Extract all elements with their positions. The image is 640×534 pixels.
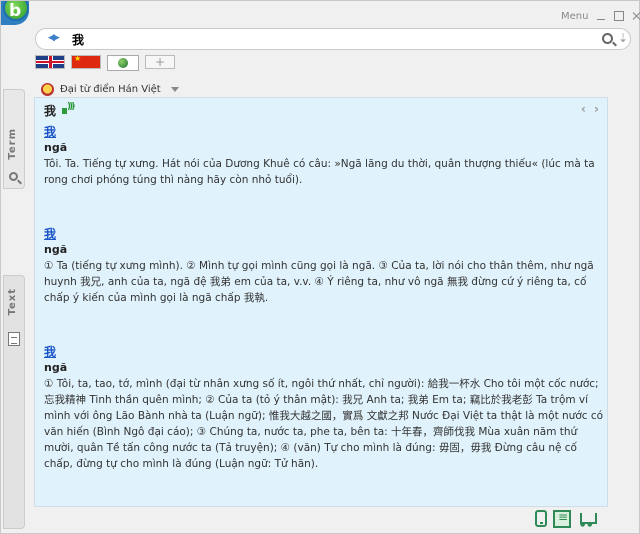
- result-header: 我: [44, 102, 76, 119]
- app-window: b Menu ◀▶ ⇣ + Term Text Đại từ điển Hán …: [0, 0, 640, 534]
- dictionary-name: Đại từ điển Hán Việt: [60, 83, 161, 95]
- entry: 我 ngã ① Ta (tiếng tự xưng mình). ② Mình …: [44, 226, 604, 306]
- window-controls: Menu: [561, 9, 640, 23]
- scrollbar[interactable]: [619, 97, 631, 507]
- app-logo-icon[interactable]: b: [1, 1, 29, 25]
- dictionary-selector[interactable]: Đại từ điển Hán Việt: [41, 81, 179, 97]
- search-input[interactable]: [72, 31, 572, 47]
- menu-button[interactable]: Menu: [561, 11, 588, 22]
- tab-chinese-flag-icon[interactable]: [71, 55, 101, 69]
- term-label: Term: [7, 128, 18, 160]
- text-label: Text: [7, 288, 18, 316]
- entry-head-link[interactable]: 我: [44, 124, 604, 140]
- book-icon[interactable]: [553, 510, 571, 528]
- result-pane: 我 ‹ › 我 ngã Tôi. Ta. Tiếng tự xưng. Hát …: [34, 97, 608, 507]
- tab-globe-icon[interactable]: [107, 55, 139, 71]
- close-icon[interactable]: [632, 11, 640, 21]
- speaker-icon[interactable]: [62, 102, 76, 117]
- entry: 我 ngã Tôi. Ta. Tiếng tự xưng. Hát nói củ…: [44, 124, 604, 188]
- search-icon[interactable]: [602, 33, 613, 44]
- entry-pronunciation: ngã: [44, 361, 68, 374]
- download-icon[interactable]: ⇣: [618, 31, 628, 45]
- add-tab-button[interactable]: +: [145, 55, 175, 69]
- side-panel: Term Text: [1, 89, 27, 529]
- dictionary-tabs: +: [35, 55, 175, 71]
- chevron-down-icon[interactable]: [170, 86, 179, 92]
- footer-icons: [532, 510, 597, 528]
- document-icon: [8, 332, 20, 346]
- cart-icon[interactable]: [577, 510, 597, 528]
- entry-pronunciation: ngã: [44, 243, 68, 256]
- entry-definition: Tôi. Ta. Tiếng tự xưng. Hát nói của Dươn…: [44, 158, 595, 186]
- search-bar: ◀▶ ⇣: [35, 28, 631, 50]
- magnifier-icon: [9, 172, 18, 181]
- back-forward-icon[interactable]: ◀▶: [48, 33, 60, 43]
- entry-definition: ① Tôi, ta, tao, tớ, mình (đại từ nhân xư…: [44, 378, 604, 470]
- minimize-icon[interactable]: [596, 11, 606, 21]
- entry-head-link[interactable]: 我: [44, 344, 604, 360]
- dictionary-icon: [41, 82, 54, 96]
- result-word: 我: [44, 104, 57, 118]
- entry: 我 ngã ① Tôi, ta, tao, tớ, mình (đại từ n…: [44, 344, 604, 472]
- entry-definition: ① Ta (tiếng tự xưng mình). ② Mình tự gọi…: [44, 260, 594, 304]
- entry-pronunciation: ngã: [44, 141, 68, 154]
- maximize-icon[interactable]: [614, 11, 625, 21]
- entry-head-link[interactable]: 我: [44, 226, 604, 242]
- nav-arrows-icon[interactable]: ‹ ›: [581, 102, 601, 116]
- tab-english-flag-icon[interactable]: [35, 55, 65, 69]
- text-tab[interactable]: Text: [3, 275, 25, 529]
- term-tab[interactable]: Term: [3, 89, 25, 189]
- mobile-icon[interactable]: [535, 510, 547, 527]
